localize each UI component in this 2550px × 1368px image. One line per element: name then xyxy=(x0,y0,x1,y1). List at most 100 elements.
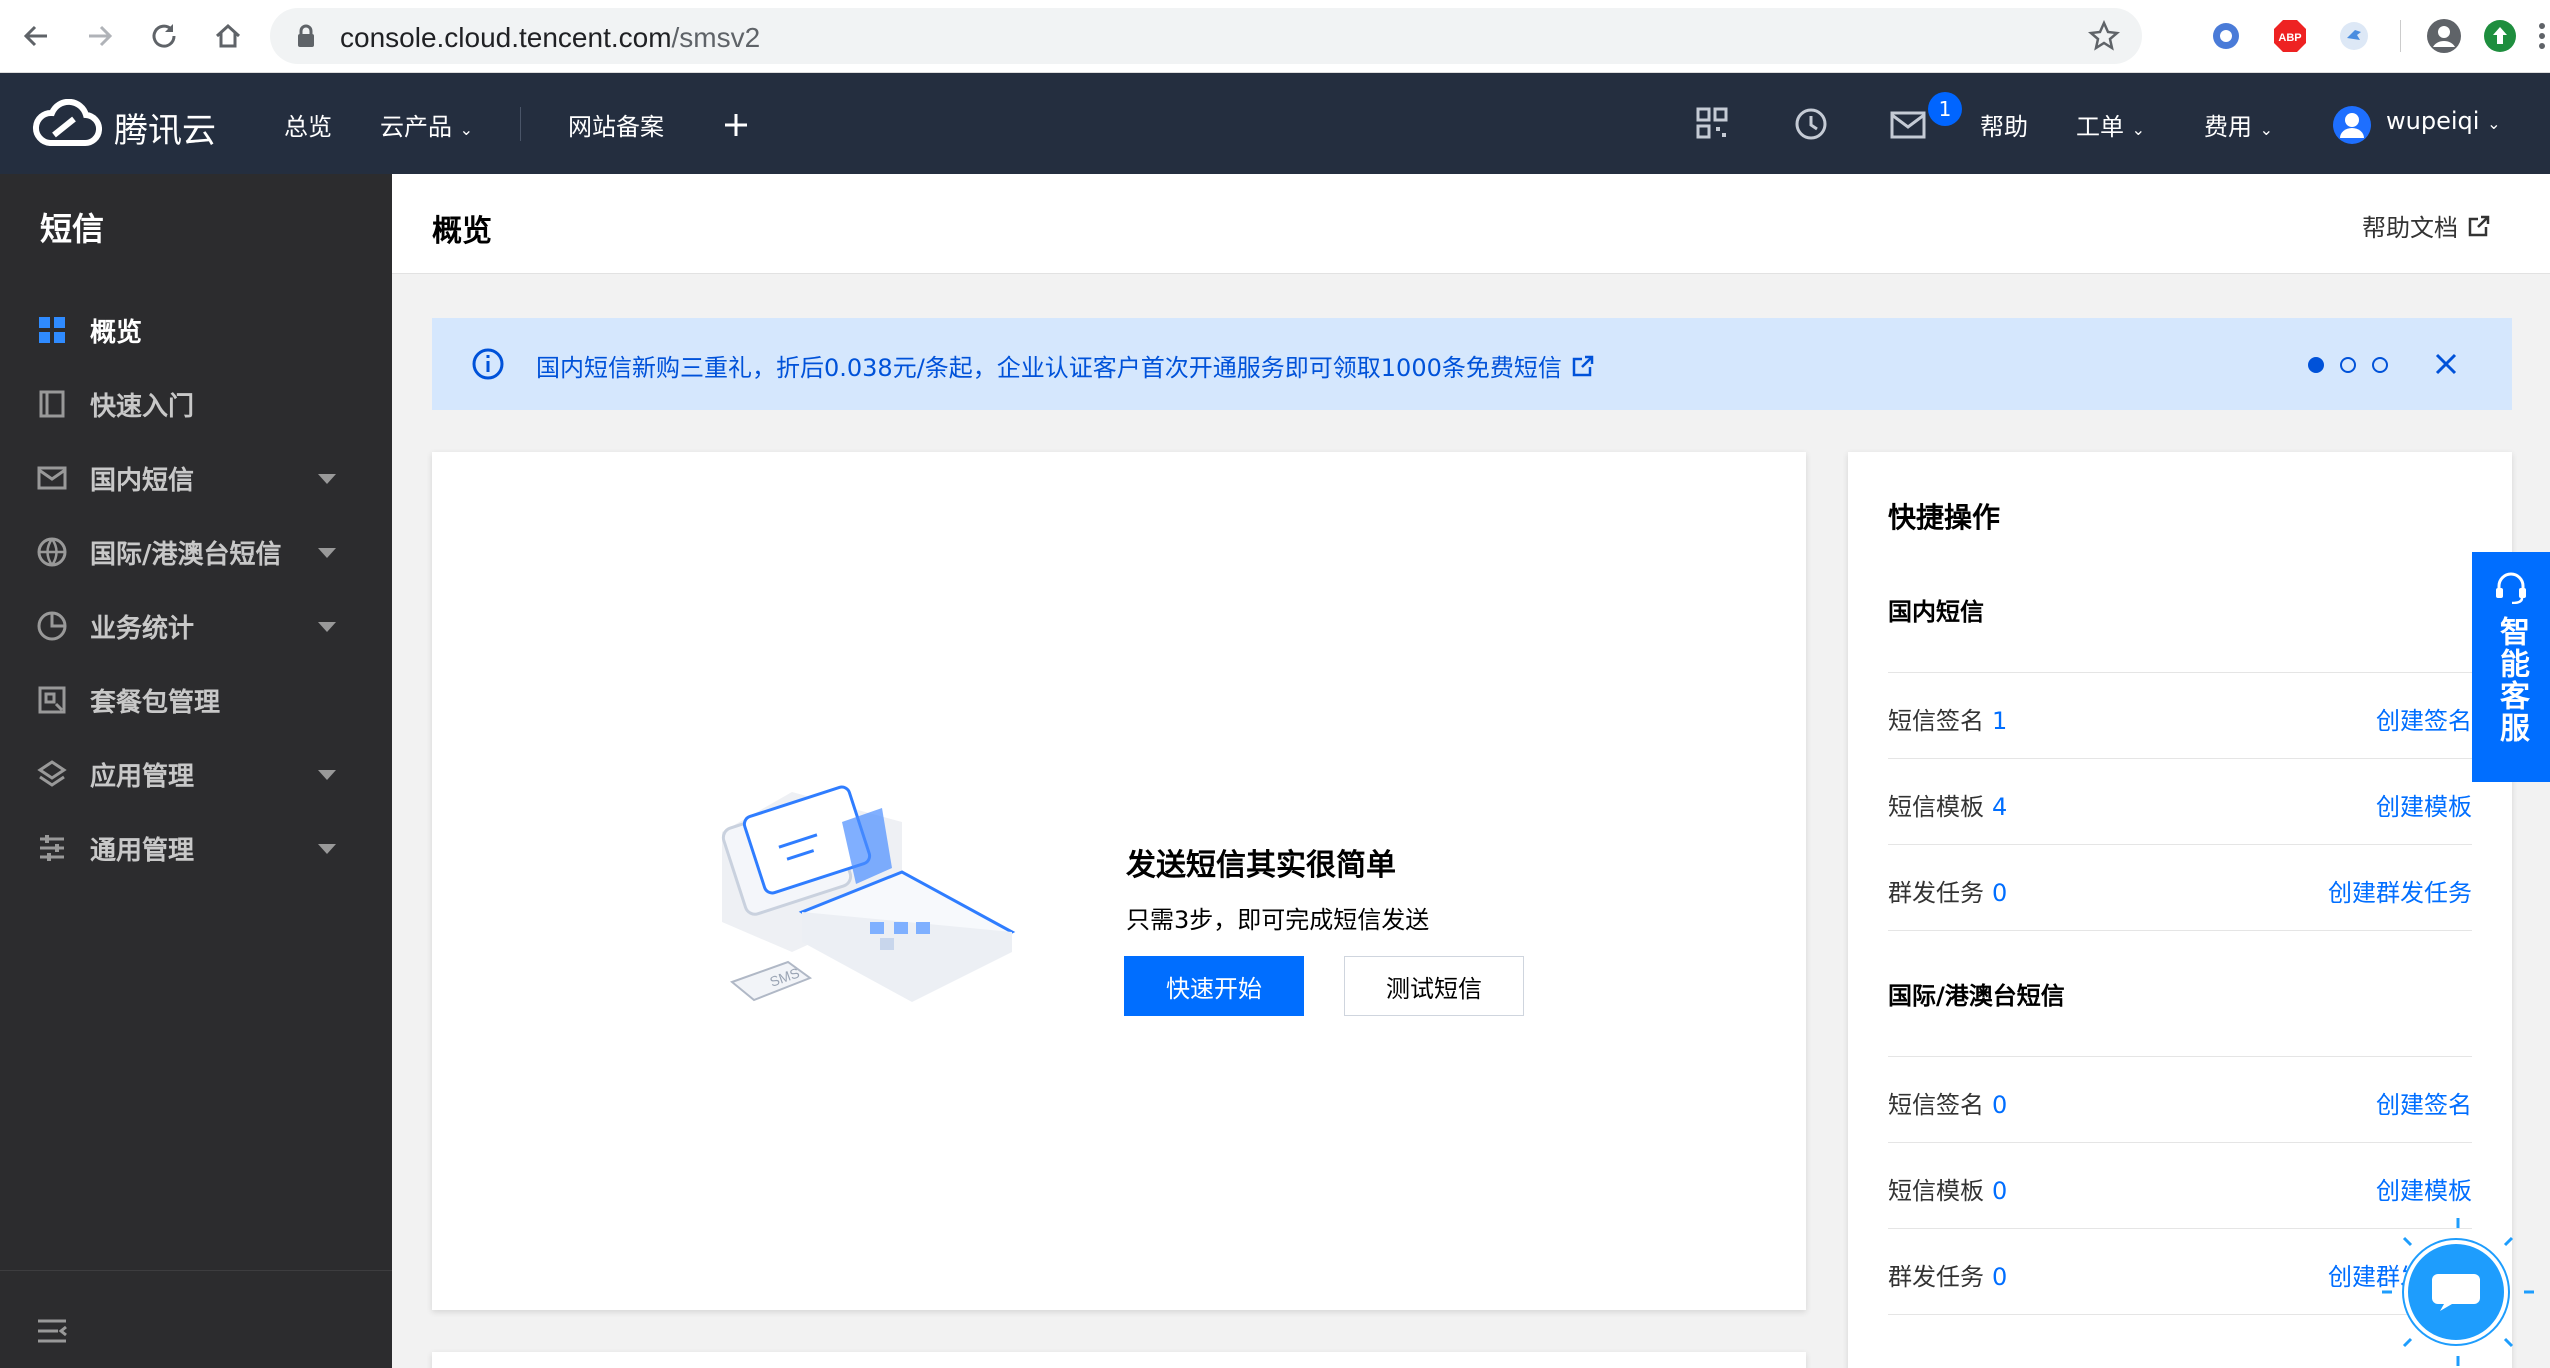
banner-text: 国内短信新购三重礼，折后0.038元/条起，企业认证客户首次开通服务即可领取10… xyxy=(536,354,1562,382)
quick-op-count[interactable]: 0 xyxy=(1992,1091,2007,1119)
quick-op-label: 群发任务 0 xyxy=(1888,873,2007,908)
intl-section-title: 国际/港澳台短信 xyxy=(1888,982,2065,1010)
tencent-cloud-logo-icon[interactable] xyxy=(30,99,102,151)
carousel-dot[interactable] xyxy=(2372,357,2388,373)
mail-icon[interactable] xyxy=(1890,111,1926,139)
carousel-dot[interactable] xyxy=(2340,357,2356,373)
quick-op-count[interactable]: 4 xyxy=(1992,793,2007,821)
forward-arrow-icon[interactable] xyxy=(78,14,122,58)
quick-op-count[interactable]: 0 xyxy=(1992,1263,2007,1291)
close-icon[interactable] xyxy=(2434,352,2458,376)
qrcode-icon[interactable] xyxy=(1696,107,1728,139)
mail-icon xyxy=(36,462,68,494)
sidebar-item-label: 国内短信 xyxy=(90,466,195,496)
getting-started-card: SMS 发送短信其实很简单 只需3步，即可完成短信发送 快速开始 测试短信 xyxy=(432,452,1806,1310)
create-signature-link[interactable]: 创建签名 xyxy=(2376,1085,2472,1120)
secondary-card xyxy=(432,1352,1806,1368)
back-arrow-icon[interactable] xyxy=(14,14,58,58)
external-link-icon xyxy=(2468,215,2490,236)
sidebar-divider xyxy=(0,1270,392,1271)
chat-sparkle-decoration xyxy=(2382,1218,2534,1366)
adblock-extension-icon[interactable]: ABP xyxy=(2270,16,2310,56)
sidebar-title: 短信 xyxy=(40,210,105,248)
translate-extension-icon[interactable] xyxy=(2206,16,2246,56)
bookmark-star-icon[interactable] xyxy=(2088,20,2120,52)
quick-op-label-text: 短信签名 xyxy=(1888,707,1984,735)
profile-avatar-icon[interactable] xyxy=(2424,16,2464,56)
sidebar-item-label: 国际/港澳台短信 xyxy=(90,540,282,570)
caret-down-icon xyxy=(318,770,336,780)
sidebar-item-quickstart[interactable]: 快速入门 xyxy=(0,366,392,440)
sidebar-item-label: 通用管理 xyxy=(90,836,195,866)
nav-billing[interactable]: 费用 ⌄ xyxy=(2204,107,2273,142)
row-divider xyxy=(1888,930,2472,931)
sliders-icon xyxy=(36,832,68,864)
quick-op-label: 短信模板 0 xyxy=(1888,1171,2007,1206)
domestic-section-title: 国内短信 xyxy=(1888,598,1984,626)
test-sms-button[interactable]: 测试短信 xyxy=(1344,956,1524,1016)
user-name: wupeiqi xyxy=(2386,107,2480,135)
sidebar-item-intl-sms[interactable]: 国际/港澳台短信 xyxy=(0,514,392,588)
quick-op-count[interactable]: 1 xyxy=(1992,707,2007,735)
quick-op-label-text: 短信签名 xyxy=(1888,1091,1984,1119)
create-template-link[interactable]: 创建模板 xyxy=(2376,1171,2472,1206)
globe-icon xyxy=(36,536,68,568)
carousel-dot-active[interactable] xyxy=(2308,357,2324,373)
quick-op-count[interactable]: 0 xyxy=(1992,879,2007,907)
toolbar-divider xyxy=(2400,20,2401,52)
sidebar-item-label: 业务统计 xyxy=(90,614,195,644)
nav-user[interactable]: wupeiqi ⌄ xyxy=(2386,107,2500,135)
page-header: 概览 帮助文档 xyxy=(392,174,2550,274)
chevron-down-icon: ⌄ xyxy=(459,120,474,139)
collapse-menu-icon[interactable] xyxy=(36,1318,68,1344)
caret-down-icon xyxy=(318,622,336,632)
home-icon[interactable] xyxy=(206,14,250,58)
quick-op-row: 短信签名 0 创建签名 xyxy=(1888,1056,2472,1142)
nav-overview[interactable]: 总览 xyxy=(284,107,332,142)
chevron-down-icon: ⌄ xyxy=(2131,120,2146,139)
sidebar-item-packages[interactable]: 套餐包管理 xyxy=(0,662,392,736)
headset-icon xyxy=(2496,572,2526,604)
mail-badge: 1 xyxy=(1928,92,1962,126)
clock-icon[interactable] xyxy=(1794,107,1828,141)
nav-ticket[interactable]: 工单 ⌄ xyxy=(2076,107,2145,142)
nav-products[interactable]: 云产品 ⌄ xyxy=(380,107,473,142)
browser-menu-icon[interactable] xyxy=(2522,16,2550,56)
layers-icon xyxy=(36,758,68,790)
reload-icon[interactable] xyxy=(142,14,186,58)
sidebar-item-domestic-sms[interactable]: 国内短信 xyxy=(0,440,392,514)
lock-icon xyxy=(298,24,314,47)
brand-name[interactable]: 腾讯云 xyxy=(114,103,216,152)
sidebar-item-statistics[interactable]: 业务统计 xyxy=(0,588,392,662)
nav-help[interactable]: 帮助 xyxy=(1980,107,2028,142)
quick-op-label: 群发任务 0 xyxy=(1888,1257,2007,1292)
nav-billing-label: 费用 xyxy=(2204,113,2252,141)
plus-icon[interactable] xyxy=(722,111,750,139)
create-template-link[interactable]: 创建模板 xyxy=(2376,787,2472,822)
smart-service-label: 智能客服 xyxy=(2494,616,2529,744)
create-batch-task-link[interactable]: 创建群发任务 xyxy=(2328,873,2472,908)
create-signature-link[interactable]: 创建签名 xyxy=(2376,701,2472,736)
banner-link[interactable]: 国内短信新购三重礼，折后0.038元/条起，企业认证客户首次开通服务即可领取10… xyxy=(536,348,1594,383)
sidebar-item-overview[interactable]: 概览 xyxy=(0,292,392,366)
bird-extension-icon[interactable] xyxy=(2334,16,2374,56)
smart-service-button[interactable]: 智能客服 xyxy=(2472,552,2550,782)
caret-down-icon xyxy=(318,474,336,484)
quick-start-button[interactable]: 快速开始 xyxy=(1124,956,1304,1016)
quick-ops-title: 快捷操作 xyxy=(1888,501,2001,534)
quick-op-row: 群发任务 0 创建群发任务 xyxy=(1888,844,2472,930)
hero-title: 发送短信其实很简单 xyxy=(1126,848,1396,883)
address-bar[interactable]: console.cloud.tencent.com/smsv2 xyxy=(270,8,2142,64)
help-doc-link[interactable]: 帮助文档 xyxy=(2362,208,2490,243)
package-icon xyxy=(36,684,68,716)
quick-op-label-text: 群发任务 xyxy=(1888,1263,1984,1291)
quick-op-count[interactable]: 0 xyxy=(1992,1177,2007,1205)
console-top-nav: 腾讯云 总览 云产品 ⌄ 网站备案 1 帮助 工单 ⌄ 费用 ⌄ wupeiqi… xyxy=(0,73,2550,174)
nav-icp[interactable]: 网站备案 xyxy=(568,107,664,142)
update-icon[interactable] xyxy=(2480,16,2520,56)
sidebar-item-apps[interactable]: 应用管理 xyxy=(0,736,392,810)
sidebar: 短信 概览 快速入门 国内短信 国际/港澳台短信 业务统计 套餐包管理 应用管理… xyxy=(0,174,392,1368)
sidebar-item-general[interactable]: 通用管理 xyxy=(0,810,392,884)
external-link-icon xyxy=(1572,355,1594,376)
user-avatar-icon[interactable] xyxy=(2332,105,2372,145)
